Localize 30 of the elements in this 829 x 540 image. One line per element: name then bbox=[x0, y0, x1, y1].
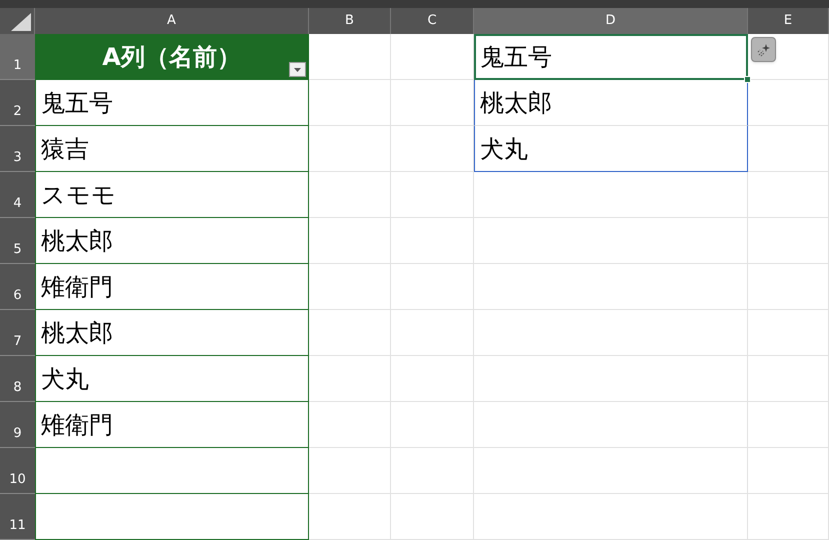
row-header[interactable]: 10 bbox=[0, 448, 35, 494]
corner-triangle-icon bbox=[11, 13, 31, 31]
row-header[interactable]: 2 bbox=[0, 80, 35, 126]
table-cell: 雉衛門 bbox=[35, 402, 309, 448]
table-cell: 犬丸 bbox=[474, 126, 748, 172]
row-header[interactable]: 3 bbox=[0, 126, 35, 172]
column-header[interactable]: D bbox=[474, 8, 748, 34]
row-header[interactable]: 11 bbox=[0, 494, 35, 540]
row-header[interactable]: 8 bbox=[0, 356, 35, 402]
row-header[interactable]: 6 bbox=[0, 264, 35, 310]
filter-button[interactable] bbox=[289, 62, 306, 77]
table-cell: 桃太郎 bbox=[35, 218, 309, 264]
table-cell: スモモ bbox=[35, 172, 309, 218]
table-cell: 犬丸 bbox=[35, 356, 309, 402]
row-header[interactable]: 9 bbox=[0, 402, 35, 448]
row-header[interactable]: 7 bbox=[0, 310, 35, 356]
fill-handle[interactable] bbox=[744, 76, 751, 83]
table-cell: 鬼五号 bbox=[35, 80, 309, 126]
table-cell: 雉衛門 bbox=[35, 264, 309, 310]
caret-icon bbox=[294, 68, 301, 72]
header-label: A列（名前） bbox=[102, 44, 241, 68]
sparkle-icon bbox=[756, 42, 770, 56]
table-cell: 桃太郎 bbox=[35, 310, 309, 356]
table-cell: 鬼五号 bbox=[474, 34, 748, 80]
table-cell: 桃太郎 bbox=[474, 80, 748, 126]
row-header[interactable]: 5 bbox=[0, 218, 35, 264]
row-header[interactable]: 4 bbox=[0, 172, 35, 218]
quick-analysis-button[interactable] bbox=[751, 37, 776, 62]
row-header[interactable]: 1 bbox=[0, 34, 35, 80]
table-cell: 猿吉 bbox=[35, 126, 309, 172]
